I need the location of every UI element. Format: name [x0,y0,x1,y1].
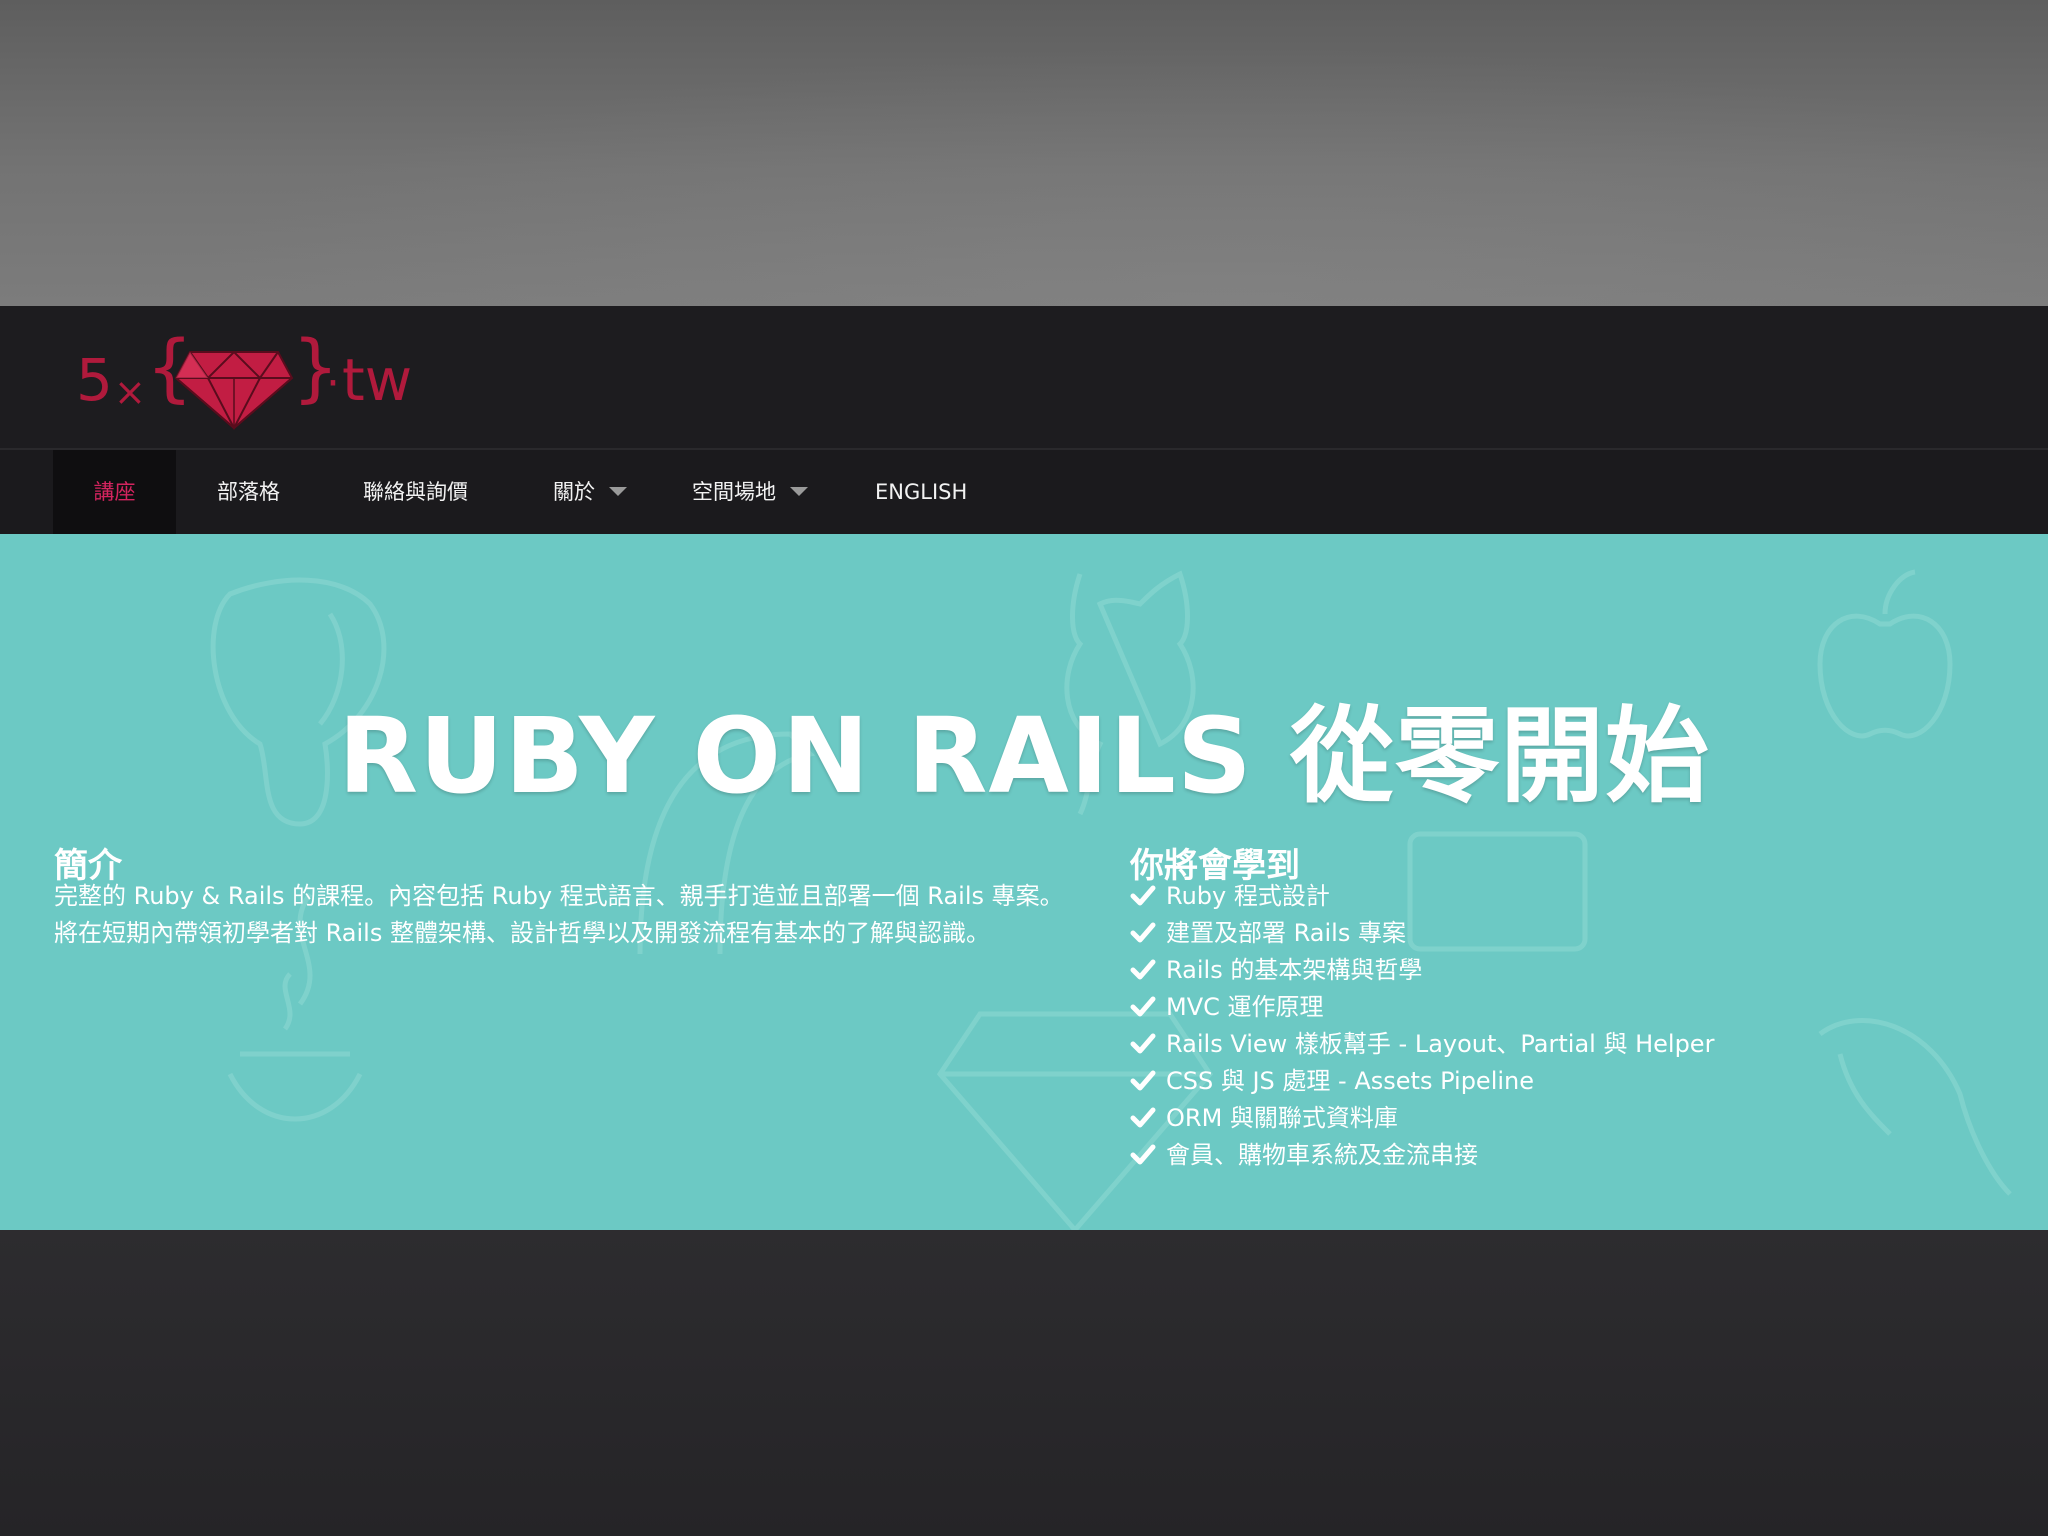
check-icon [1130,1033,1156,1054]
list-item: Rails 的基本架構與哲學 [1130,952,2010,989]
site-header: 5 × { } · tw [0,306,2048,448]
logo-five: 5 [76,346,113,414]
nav-item-venue[interactable]: 空間場地 [692,450,808,534]
nav-item-label: 講座 [93,480,136,504]
chevron-down-icon [609,486,627,496]
list-item: 會員、購物車系統及金流串接 [1130,1137,2010,1174]
list-item-label: CSS 與 JS 處理 - Assets Pipeline [1166,1067,1535,1095]
site-logo[interactable]: 5 × { } · tw [76,330,416,430]
list-item-label: Ruby 程式設計 [1166,882,1330,910]
course-title: RUBY ON RAILS 從零開始 [338,694,1710,817]
bottom-backdrop [0,1230,2048,1536]
list-item: CSS 與 JS 處理 - Assets Pipeline [1130,1063,2010,1100]
check-icon [1130,959,1156,980]
nav-item-contact[interactable]: 聯絡與詢價 [363,450,468,534]
main-nav: 講座 部落格 聯絡與詢價 關於 空間場地 ENGLISH [0,448,2048,534]
check-icon [1130,885,1156,906]
nav-item-label: 關於 [553,480,595,504]
course-hero: RUBY ON RAILS 從零開始 簡介 完整的 Ruby & Rails 的… [0,534,2048,1230]
nav-item-label: ENGLISH [875,480,968,504]
nav-item-courses[interactable]: 講座 [53,450,176,534]
list-item-label: ORM 與關聯式資料庫 [1166,1104,1398,1132]
intro-text: 完整的 Ruby & Rails 的課程。內容包括 Ruby 程式語言、親手打造… [54,882,1064,947]
list-item: 建置及部署 Rails 專案 [1130,915,2010,952]
nav-item-blog[interactable]: 部落格 [217,450,280,534]
check-icon [1130,922,1156,943]
logo-times: × [114,370,146,414]
ruby-gem-icon [174,350,294,430]
nav-item-label: 聯絡與詢價 [363,480,468,504]
list-item: Rails View 樣板幫手 - Layout、Partial 與 Helpe… [1130,1026,2010,1063]
learn-list: Ruby 程式設計 建置及部署 Rails 專案 Rails 的基本架構與哲學 … [1130,878,2010,1174]
list-item-label: 建置及部署 Rails 專案 [1166,919,1406,947]
check-icon [1130,1070,1156,1091]
list-item-label: MVC 運作原理 [1166,993,1324,1021]
check-icon [1130,996,1156,1017]
nav-item-label: 部落格 [217,480,280,504]
check-icon [1130,1107,1156,1128]
top-backdrop [0,0,2048,306]
list-item: MVC 運作原理 [1130,989,2010,1026]
list-item-label: Rails View 樣板幫手 - Layout、Partial 與 Helpe… [1166,1030,1715,1058]
nav-item-about[interactable]: 關於 [553,450,627,534]
nav-item-english[interactable]: ENGLISH [875,450,967,534]
logo-tw: tw [342,346,413,414]
nav-item-label: 空間場地 [692,480,776,504]
list-item-label: 會員、購物車系統及金流串接 [1166,1141,1478,1169]
list-item: Ruby 程式設計 [1130,878,2010,915]
logo-dot: · [326,358,340,409]
list-item: ORM 與關聯式資料庫 [1130,1100,2010,1137]
check-icon [1130,1144,1156,1165]
list-item-label: Rails 的基本架構與哲學 [1166,956,1423,984]
chevron-down-icon [790,486,808,496]
